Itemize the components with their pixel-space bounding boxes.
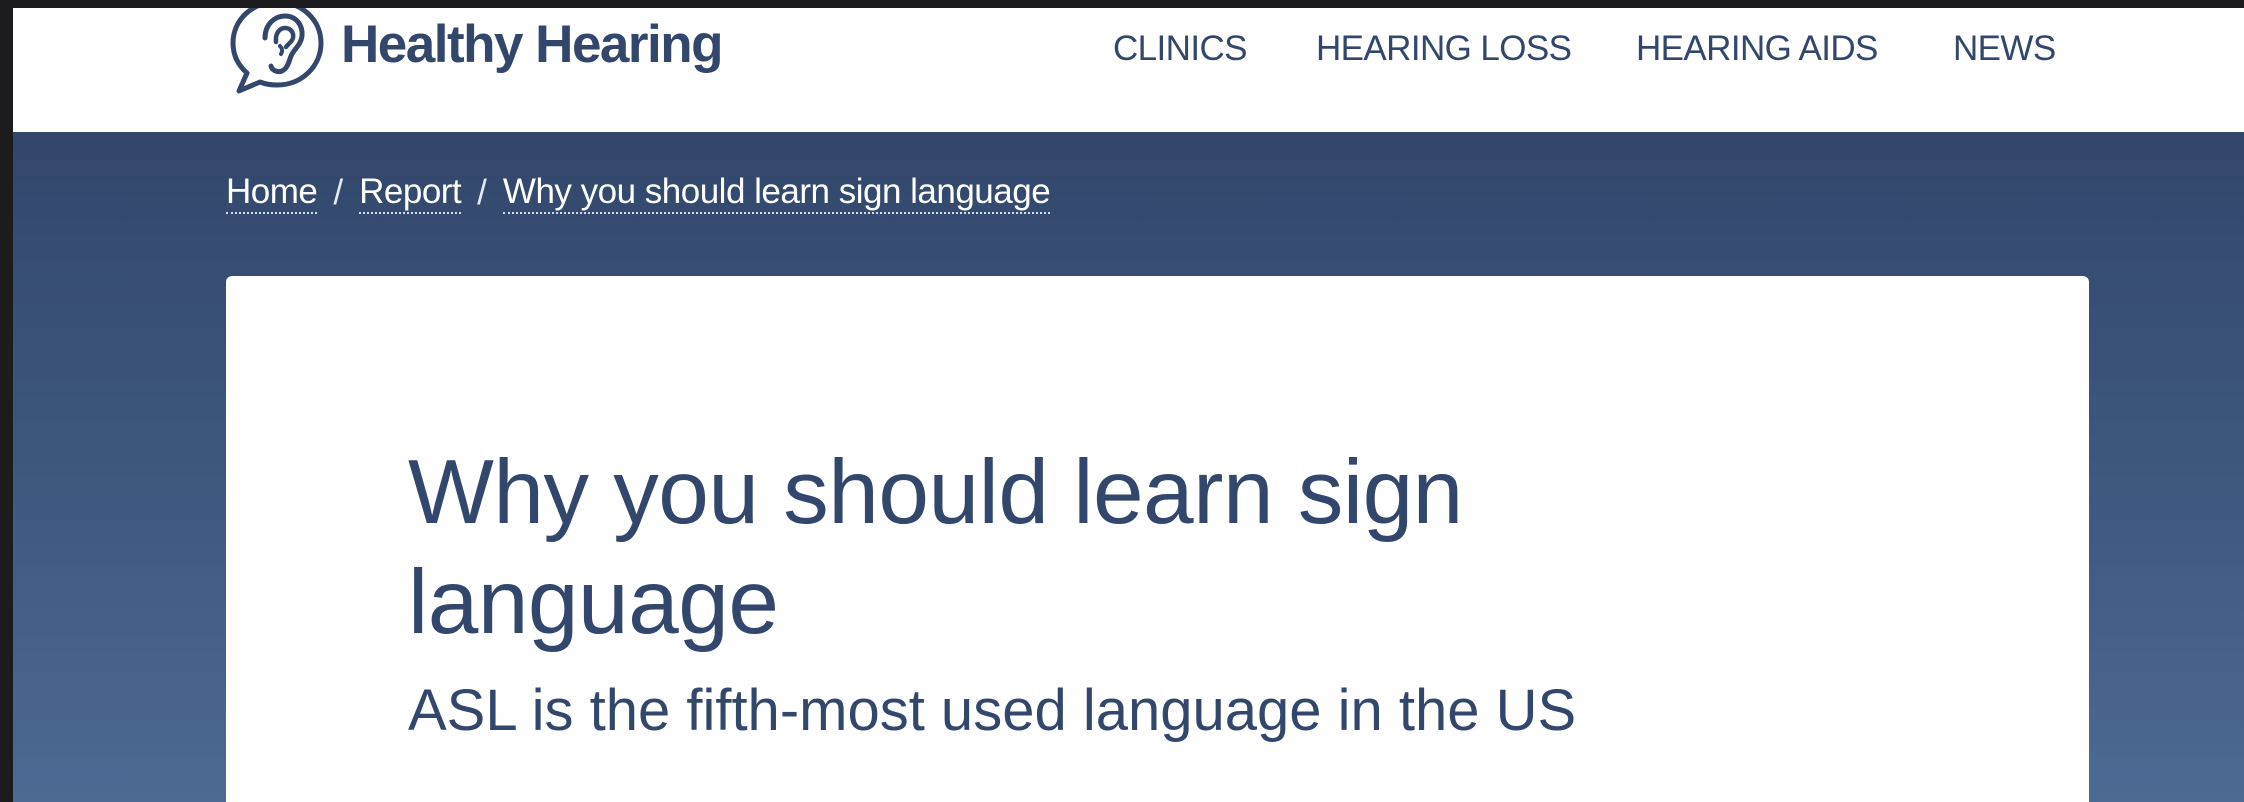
main-nav: CLINICS HEARING LOSS HEARING AIDS NEWS — [13, 26, 2244, 72]
breadcrumb-link-report[interactable]: Report — [359, 172, 462, 214]
article-card: Why you should learn sign language ASL i… — [226, 276, 2089, 802]
nav-item-hearing-loss[interactable]: HEARING LOSS — [1316, 26, 1572, 72]
breadcrumb-separator: / — [333, 173, 344, 212]
breadcrumb-separator: / — [477, 173, 487, 212]
breadcrumb-link-current[interactable]: Why you should learn sign language — [502, 172, 1051, 214]
breadcrumb: Home / Report / Why you should learn sig… — [226, 168, 1051, 218]
nav-item-clinics[interactable]: CLINICS — [1113, 26, 1247, 72]
article-subtitle: ASL is the fifth-most used language in t… — [408, 678, 1577, 743]
site-header: Healthy Hearing CLINICS HEARING LOSS HEA… — [13, 8, 2244, 132]
article-title: Why you should learn sign language — [408, 442, 1463, 653]
breadcrumb-link-home[interactable]: Home — [226, 172, 318, 214]
nav-item-hearing-aids[interactable]: HEARING AIDS — [1636, 26, 1878, 72]
browser-viewport: Healthy Hearing CLINICS HEARING LOSS HEA… — [13, 8, 2244, 802]
nav-item-news[interactable]: NEWS — [1953, 26, 2056, 72]
